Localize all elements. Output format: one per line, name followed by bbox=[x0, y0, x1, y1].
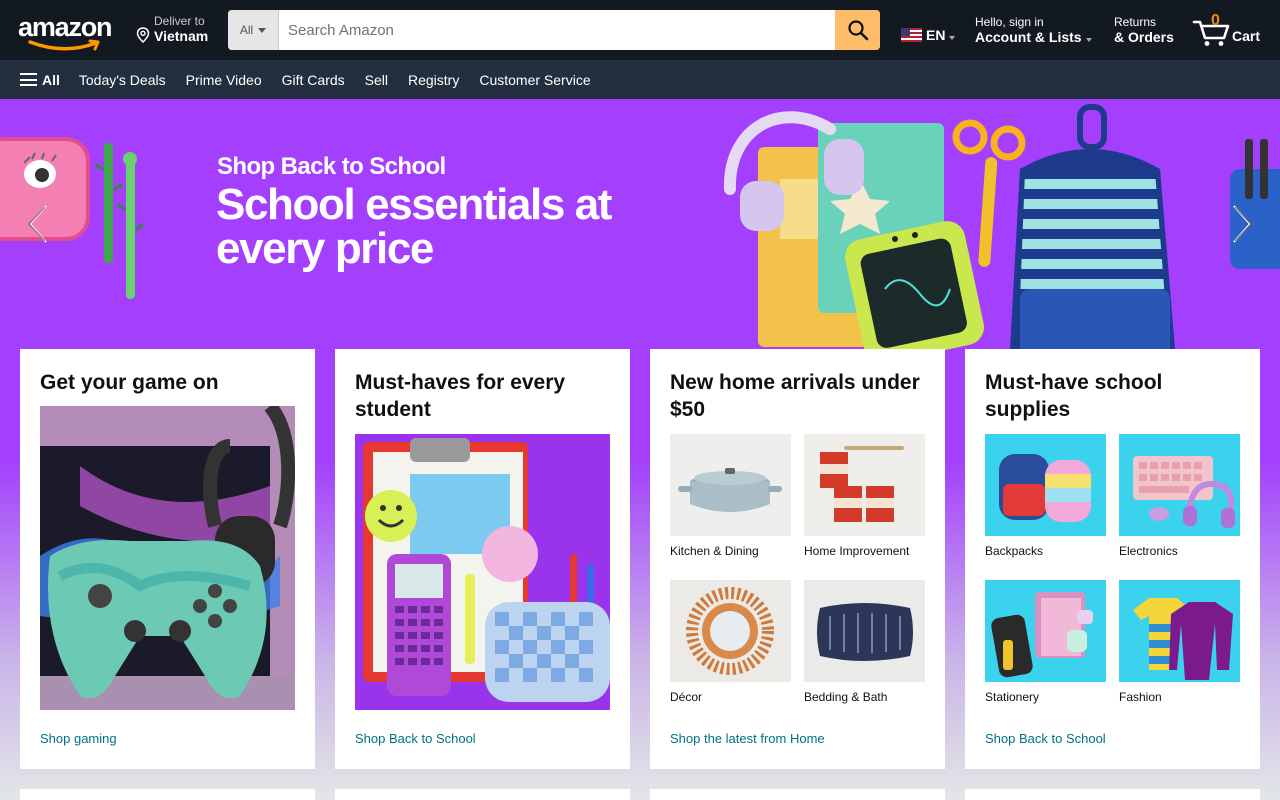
category-label: Kitchen & Dining bbox=[670, 544, 759, 558]
top-nav-bar: amazon Deliver to Vietnam All EN bbox=[0, 0, 1280, 60]
search-button[interactable] bbox=[835, 10, 880, 50]
card-title: Must-have school supplies bbox=[985, 371, 1163, 421]
deliver-label: Deliver to bbox=[154, 14, 205, 28]
account-greeting: Hello, sign in bbox=[975, 15, 1044, 29]
cart-count: 0 bbox=[1211, 12, 1220, 29]
location-pin-icon bbox=[136, 27, 150, 43]
chevron-down-icon bbox=[1085, 38, 1092, 42]
kids-clothing-image bbox=[1119, 580, 1240, 682]
search-category-dropdown[interactable]: All bbox=[228, 10, 279, 50]
next-row-card bbox=[650, 789, 945, 800]
search-category-value: All bbox=[239, 23, 254, 37]
search-bar: All bbox=[228, 10, 880, 50]
nav-link-gift-cards[interactable]: Gift Cards bbox=[282, 72, 345, 88]
next-row-card bbox=[965, 789, 1260, 800]
search-icon bbox=[847, 20, 868, 41]
nav-link-prime-video[interactable]: Prime Video bbox=[186, 72, 262, 88]
category-label: Home Improvement bbox=[804, 544, 910, 558]
paint-cans-image bbox=[804, 434, 925, 536]
card-student-must-haves: Must-haves for every student Shop Back t… bbox=[335, 349, 630, 769]
card-home-arrivals: New home arrivals under $50 Kitchen & Di… bbox=[650, 349, 945, 769]
cart-label: Cart bbox=[1232, 28, 1261, 44]
hero-subtitle: Shop Back to School bbox=[217, 153, 446, 180]
next-row-card bbox=[20, 789, 315, 800]
gaming-image[interactable] bbox=[40, 406, 295, 710]
category-label: Bedding & Bath bbox=[804, 690, 888, 704]
all-menu-label: All bbox=[42, 71, 60, 88]
category-decor[interactable]: Décor bbox=[670, 580, 791, 704]
category-fashion[interactable]: Fashion bbox=[1119, 580, 1240, 704]
student-supplies-image[interactable] bbox=[355, 434, 610, 710]
category-bedding-bath[interactable]: Bedding & Bath bbox=[804, 580, 925, 704]
stationery-image bbox=[985, 580, 1106, 682]
deliver-country: Vietnam bbox=[154, 28, 209, 44]
us-flag-icon bbox=[901, 28, 922, 42]
card-title: Must-haves for every student bbox=[355, 371, 566, 421]
nav-link-todays-deals[interactable]: Today's Deals bbox=[79, 72, 166, 88]
category-label: Backpacks bbox=[985, 544, 1044, 558]
category-backpacks[interactable]: Backpacks bbox=[985, 434, 1106, 558]
school-products-illustration bbox=[723, 104, 1280, 359]
card-gaming: Get your game on Shop gaming bbox=[20, 349, 315, 769]
hero-title: School essentials at every price bbox=[216, 180, 612, 273]
next-row-card bbox=[335, 789, 630, 800]
account-and-lists[interactable]: Hello, sign in Account & Lists bbox=[975, 15, 1092, 45]
dutch-oven-image bbox=[670, 434, 791, 536]
returns-and-orders[interactable]: Returns & Orders bbox=[1114, 15, 1174, 45]
category-kitchen-dining[interactable]: Kitchen & Dining bbox=[670, 434, 791, 558]
shop-home-link[interactable]: Shop the latest from Home bbox=[670, 731, 825, 746]
nav-link-sell[interactable]: Sell bbox=[365, 72, 388, 88]
hamburger-menu-icon bbox=[20, 73, 37, 86]
sunburst-mirror-image bbox=[670, 580, 791, 682]
language-code: EN bbox=[926, 27, 946, 43]
pillow-image bbox=[804, 580, 925, 682]
backpacks-image bbox=[985, 434, 1106, 536]
keyboard-headphones-image bbox=[1119, 434, 1240, 536]
nav-link-customer-service[interactable]: Customer Service bbox=[479, 72, 590, 88]
category-stationery[interactable]: Stationery bbox=[985, 580, 1106, 704]
amazon-logo[interactable]: amazon bbox=[18, 12, 118, 52]
cart-button[interactable]: 0 Cart bbox=[1192, 12, 1270, 48]
chevron-down-icon bbox=[258, 27, 267, 33]
search-input[interactable] bbox=[279, 10, 835, 50]
orders-label: & Orders bbox=[1114, 29, 1174, 45]
nav-link-registry[interactable]: Registry bbox=[408, 72, 459, 88]
shop-back-to-school-link[interactable]: Shop Back to School bbox=[985, 731, 1106, 746]
category-electronics[interactable]: Electronics bbox=[1119, 434, 1240, 558]
card-title: New home arrivals under $50 bbox=[670, 371, 920, 421]
logo-smile-icon bbox=[28, 39, 100, 51]
all-menu-button[interactable]: All bbox=[20, 72, 60, 88]
account-lists-text: Account & Lists bbox=[975, 29, 1082, 45]
secondary-nav-bar: All Today's Deals Prime Video Gift Cards… bbox=[0, 60, 1280, 99]
card-school-supplies: Must-have school supplies Backpacks Elec… bbox=[965, 349, 1260, 769]
shop-back-to-school-link[interactable]: Shop Back to School bbox=[355, 731, 476, 746]
category-label: Fashion bbox=[1119, 690, 1162, 704]
card-title: Get your game on bbox=[40, 371, 219, 394]
returns-label: Returns bbox=[1114, 15, 1157, 29]
carousel-next-arrow-icon[interactable] bbox=[1230, 204, 1254, 244]
carousel-prev-arrow-icon[interactable] bbox=[26, 204, 50, 244]
category-label: Electronics bbox=[1119, 544, 1178, 558]
pencil-case-illustration bbox=[0, 137, 144, 299]
category-label: Décor bbox=[670, 690, 703, 704]
account-lists-label: Account & Lists bbox=[975, 29, 1092, 45]
shop-gaming-link[interactable]: Shop gaming bbox=[40, 731, 117, 746]
category-label: Stationery bbox=[985, 690, 1040, 704]
chevron-down-icon bbox=[949, 36, 956, 40]
language-selector[interactable]: EN bbox=[901, 25, 956, 45]
category-home-improvement[interactable]: Home Improvement bbox=[804, 434, 925, 558]
logo-text: amazon bbox=[18, 12, 113, 42]
